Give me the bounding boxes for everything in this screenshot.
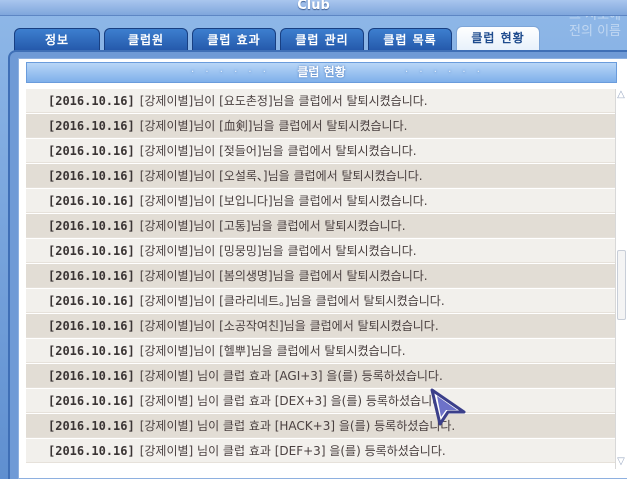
log-text: [강제이별]님이 [오설록、]님을 클럽에서 탈퇴시켰습니다. [139, 169, 423, 183]
log-text: [강제이별]님이 [젖들어]님을 클럽에서 탈퇴시켰습니다. [139, 144, 417, 158]
log-row: [2016.10.16] [강제이별]님이 [클라리네트。]님을 클럽에서 탈퇴시… [26, 289, 615, 313]
log-row: [2016.10.16] [강제이별]님이 [밍뭉밍]님을 클럽에서 탈퇴시켰습니… [26, 239, 615, 263]
log-text: [강제이별]님이 [고통]님을 클럽에서 탈퇴시켰습니다. [139, 219, 406, 233]
tab-club-list[interactable]: 클럽 목록 [368, 28, 452, 52]
log-row: [2016.10.16] [강제이별] 님이 클럽 효과 [HACK+3] 을(를… [26, 414, 615, 438]
log-row: [2016.10.16] [강제이별]님이 [오설록、]님을 클럽에서 탈퇴시켰습… [26, 164, 615, 188]
log-row: [2016.10.16] [강제이별]님이 [소공작여친]님을 클럽에서 탈퇴시켰… [26, 314, 615, 338]
log-date: [2016.10.16] [48, 319, 135, 333]
log-text: [강제이별]님이 [클라리네트。]님을 클럽에서 탈퇴시켰습니다. [139, 294, 445, 308]
tab-info[interactable]: 정보 [14, 28, 100, 52]
scroll-down-arrow-icon[interactable]: ▽ [615, 456, 627, 468]
log-row: [2016.10.16] [강제이별]님이 [보입니다]님을 클럽에서 탈퇴시켰습… [26, 189, 615, 213]
log-text: [강제이별] 님이 클럽 효과 [AGI+3] 을(를) 등록하셨습니다. [139, 369, 443, 383]
log-date: [2016.10.16] [48, 294, 135, 308]
log-text: [강제이별]님이 [血剣]님을 클럽에서 탈퇴시켰습니다. [139, 119, 408, 133]
log-row: [2016.10.16] [강제이별]님이 [血剣]님을 클럽에서 탈퇴시켰습니다… [26, 114, 615, 138]
log-row: [2016.10.16] [강제이별] 님이 클럽 효과 [DEF+3] 을(를)… [26, 439, 615, 463]
log-date: [2016.10.16] [48, 419, 135, 433]
log-row: [2016.10.16] [강제이별]님이 [요도촌정]님을 클럽에서 탈퇴시켰습… [26, 89, 615, 113]
log-text: [강제이별] 님이 클럽 효과 [DEF+3] 을(를) 등록하셨습니다. [139, 444, 446, 458]
status-log-list: [2016.10.16] [강제이별]님이 [요도촌정]님을 클럽에서 탈퇴시켰습… [26, 89, 615, 469]
log-row: [2016.10.16] [강제이별]님이 [고통]님을 클럽에서 탈퇴시켰습니다… [26, 214, 615, 238]
log-date: [2016.10.16] [48, 194, 135, 208]
tab-members[interactable]: 클럽원 [104, 28, 188, 52]
log-date: [2016.10.16] [48, 119, 135, 133]
log-date: [2016.10.16] [48, 269, 135, 283]
header-decoration-right: · · · · · · [405, 67, 484, 78]
log-text: [강제이별]님이 [요도촌정]님을 클럽에서 탈퇴시켰습니다. [139, 94, 428, 108]
tab-club-effects[interactable]: 클럽 효과 [192, 28, 276, 52]
log-text: [강제이별]님이 [소공작여친]님을 클럽에서 탈퇴시켰습니다. [139, 319, 439, 333]
log-row: [2016.10.16] [강제이별] 님이 클럽 효과 [AGI+3] 을(를)… [26, 364, 615, 388]
log-text: [강제이별] 님이 클럽 효과 [HACK+3] 을(를) 등록하셨습니다. [139, 419, 456, 433]
log-date: [2016.10.16] [48, 444, 135, 458]
log-row: [2016.10.16] [강제이별]님이 [봄의생명]님을 클럽에서 탈퇴시켰습… [26, 264, 615, 288]
log-text: [강제이별] 님이 클럽 효과 [DEX+3] 을(를) 등록하셨습니다. [139, 394, 447, 408]
section-title: 클럽 현황 [297, 65, 346, 79]
tab-club-status[interactable]: 클럽 현황 [456, 26, 540, 52]
log-text: [강제이별]님이 [밍뭉밍]님을 클럽에서 탈퇴시켰습니다. [139, 244, 417, 258]
log-text: [강제이별]님이 [헬뿌]님을 클럽에서 탈퇴시켰습니다. [139, 344, 406, 358]
log-text: [강제이별]님이 [봄의생명]님을 클럽에서 탈퇴시켰습니다. [139, 269, 428, 283]
log-row: [2016.10.16] [강제이별] 님이 클럽 효과 [DEX+3] 을(를)… [26, 389, 615, 413]
log-date: [2016.10.16] [48, 344, 135, 358]
scroll-up-arrow-icon[interactable]: △ [615, 89, 627, 101]
window-title: Club [0, 0, 627, 16]
log-date: [2016.10.16] [48, 219, 135, 233]
cursor-arrow-icon [430, 388, 466, 426]
log-row: [2016.10.16] [강제이별]님이 [젖들어]님을 클럽에서 탈퇴시켰습니… [26, 139, 615, 163]
scrollbar-thumb[interactable] [617, 250, 626, 320]
log-date: [2016.10.16] [48, 244, 135, 258]
header-decoration-left: · · · · · · [191, 67, 270, 78]
tab-club-manage[interactable]: 클럽 관리 [280, 28, 364, 52]
log-date: [2016.10.16] [48, 94, 135, 108]
log-text: [강제이별]님이 [보입니다]님을 클럽에서 탈퇴시켰습니다. [139, 194, 428, 208]
section-header: · · · · · · 클럽 현황 · · · · · · [26, 62, 617, 83]
log-row: [2016.10.16] [강제이별]님이 [헬뿌]님을 클럽에서 탈퇴시켰습니다… [26, 339, 615, 363]
log-date: [2016.10.16] [48, 169, 135, 183]
log-date: [2016.10.16] [48, 394, 135, 408]
log-date: [2016.10.16] [48, 144, 135, 158]
log-date: [2016.10.16] [48, 369, 135, 383]
